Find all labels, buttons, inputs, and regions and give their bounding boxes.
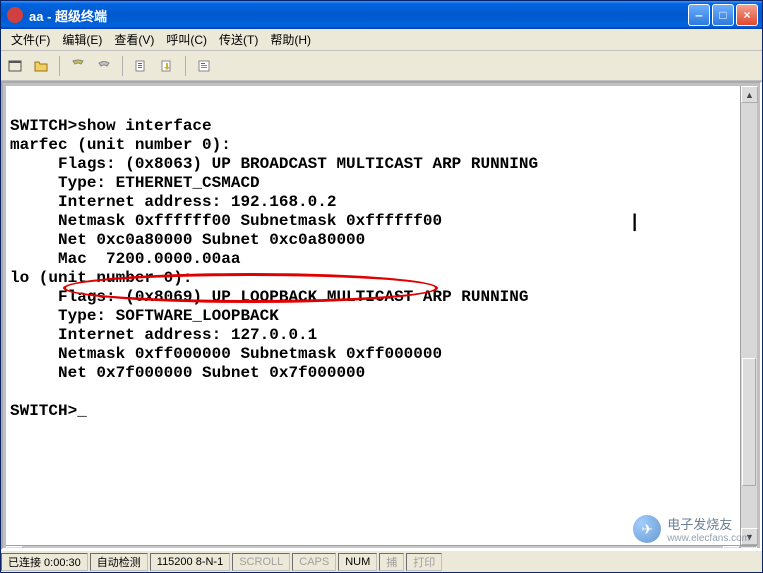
menubar: 文件(F) 编辑(E) 查看(V) 呼叫(C) 传送(T) 帮助(H)	[1, 29, 762, 51]
app-window: aa - 超级终端 ‒ □ × 文件(F) 编辑(E) 查看(V) 呼叫(C) …	[0, 0, 763, 573]
receive-icon[interactable]	[157, 56, 177, 76]
hscroll-track[interactable]	[23, 546, 723, 550]
minimize-button[interactable]: ‒	[688, 4, 710, 26]
properties-icon[interactable]	[194, 56, 214, 76]
close-button[interactable]: ×	[736, 4, 758, 26]
status-detect: 自动检测	[90, 553, 148, 571]
toolbar-separator	[122, 56, 123, 76]
status-caps: CAPS	[292, 553, 336, 571]
watermark-brand: 电子发烧友	[667, 517, 732, 532]
menu-edit[interactable]: 编辑(E)	[56, 29, 108, 50]
send-icon[interactable]	[131, 56, 151, 76]
watermark-url: www.elecfans.com	[667, 533, 750, 544]
scroll-right-icon[interactable]: ►	[723, 546, 740, 550]
status-connection: 已连接 0:00:30	[1, 553, 88, 571]
menu-call[interactable]: 呼叫(C)	[160, 29, 213, 50]
statusbar: 已连接 0:00:30 自动检测 115200 8-N-1 SCROLL CAP…	[1, 550, 762, 572]
open-icon[interactable]	[31, 56, 51, 76]
menu-view[interactable]: 查看(V)	[108, 29, 160, 50]
toolbar-separator	[185, 56, 186, 76]
scroll-up-icon[interactable]: ▲	[741, 86, 758, 103]
disconnect-icon[interactable]	[94, 56, 114, 76]
horizontal-scrollbar[interactable]: ◄ ►	[6, 545, 757, 550]
window-title: aa - 超级终端	[27, 6, 688, 25]
scroll-left-icon[interactable]: ◄	[6, 546, 23, 550]
status-scroll: SCROLL	[232, 553, 290, 571]
watermark: ✈ 电子发烧友 www.elecfans.com	[633, 514, 750, 544]
maximize-button[interactable]: □	[712, 4, 734, 26]
status-print: 打印	[406, 553, 442, 571]
call-icon[interactable]	[68, 56, 88, 76]
scroll-grip	[740, 546, 757, 550]
menu-file[interactable]: 文件(F)	[5, 29, 56, 50]
titlebar: aa - 超级终端 ‒ □ ×	[1, 1, 762, 29]
menu-transfer[interactable]: 传送(T)	[213, 29, 264, 50]
watermark-logo-icon: ✈	[633, 515, 661, 543]
terminal-area: SWITCH>show interface marfec (unit numbe…	[6, 86, 757, 545]
toolbar-separator	[59, 56, 60, 76]
status-num: NUM	[338, 553, 377, 571]
new-connection-icon[interactable]	[5, 56, 25, 76]
terminal-output[interactable]: SWITCH>show interface marfec (unit numbe…	[6, 86, 740, 545]
terminal-frame: SWITCH>show interface marfec (unit numbe…	[1, 81, 762, 550]
toolbar	[1, 51, 762, 81]
window-controls: ‒ □ ×	[688, 4, 758, 26]
menu-help[interactable]: 帮助(H)	[264, 29, 317, 50]
text-cursor-marker: |	[629, 213, 640, 233]
scroll-track[interactable]	[741, 103, 757, 528]
watermark-text-block: 电子发烧友 www.elecfans.com	[667, 514, 750, 544]
scroll-thumb[interactable]	[742, 358, 756, 486]
status-params: 115200 8-N-1	[150, 553, 230, 571]
app-icon	[7, 7, 23, 23]
status-capture: 捕	[379, 553, 404, 571]
vertical-scrollbar[interactable]: ▲ ▼	[740, 86, 757, 545]
